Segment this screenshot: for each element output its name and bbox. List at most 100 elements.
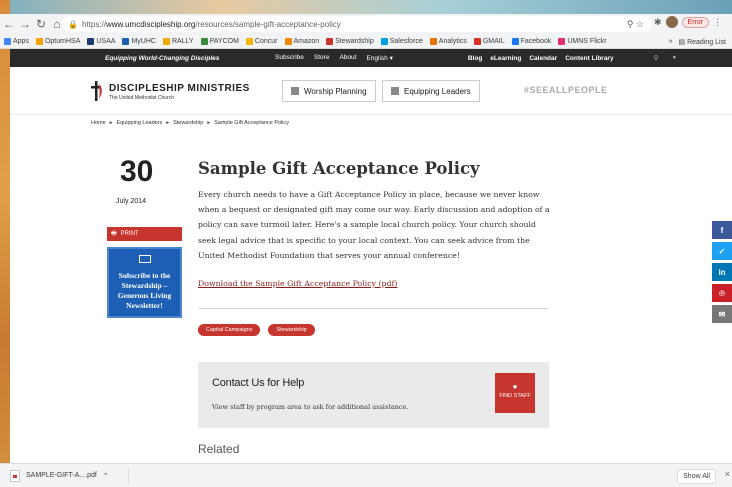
bookmark-item[interactable]: PAYCOM [200, 37, 239, 45]
bookmark-label: Apps [13, 37, 29, 45]
tag-capital-campaigns[interactable]: Capital Campaigns [198, 324, 261, 336]
bookmark-favicon-icon [162, 37, 170, 45]
facebook-icon: f [720, 225, 724, 235]
bookmark-label: RALLY [171, 37, 194, 45]
browser-right-tools: ✱ Error ⋮ [654, 16, 722, 28]
url-actions: ⚲ ☆ [627, 19, 644, 30]
logo-title[interactable]: DISCIPLESHIP MINISTRIES [109, 83, 250, 94]
divider [198, 308, 548, 309]
bookmark-item[interactable]: Stewardship [326, 37, 374, 45]
breadcrumb-separator-icon: ▸ [109, 120, 113, 126]
show-all-button[interactable]: Show All [677, 469, 716, 484]
topnav-store[interactable]: Store [314, 54, 330, 62]
tag-list: Capital Campaigns Stewardship [198, 324, 315, 336]
bookmark-favicon-icon [35, 37, 43, 45]
bookmark-label: MyUHC [131, 37, 156, 45]
menu-dots-icon[interactable]: ⋮ [713, 17, 722, 28]
bookmark-item[interactable]: Amazon [284, 37, 319, 45]
extensions-icon[interactable]: ✱ [654, 17, 662, 28]
error-badge[interactable]: Error [681, 16, 710, 28]
bookmarks-right: » ▤ Reading List [669, 38, 726, 46]
bookmark-item[interactable]: Concur [245, 37, 278, 45]
download-pdf-link[interactable]: Download the Sample Gift Acceptance Poli… [198, 279, 397, 288]
bookmarks-bar: Apps OptumHSA USAA MyUHC RALLY PAYCOM Concur Am… [0, 34, 732, 49]
share-facebook-button[interactable]: f [712, 221, 732, 239]
back-icon[interactable]: ← [2, 17, 16, 31]
account-icon[interactable]: ● [672, 54, 676, 62]
tag-stewardship[interactable]: Stewardship [268, 324, 315, 336]
equipping-leaders-icon [391, 87, 399, 95]
top-icons: ⚲ ● [654, 54, 677, 62]
topnav-about[interactable]: About [339, 54, 356, 62]
bookmark-label: Salesforce [389, 37, 423, 45]
topnav-calendar[interactable]: Calendar [529, 55, 557, 62]
desktop-background-top [0, 0, 732, 14]
logo-subtitle: The United Methodist Church [109, 95, 175, 101]
equipping-leaders-button[interactable]: Equipping Leaders [382, 80, 480, 102]
address-bar[interactable]: 🔒 https://www.umcdiscipleship.org/resour… [62, 16, 652, 32]
profile-avatar[interactable] [665, 16, 678, 28]
bookmark-favicon-icon [284, 37, 292, 45]
url-host: www.umcdiscipleship.org [105, 19, 196, 29]
find-staff-button[interactable]: ● FIND STAFF [495, 373, 535, 413]
topnav-language[interactable]: English ▾ [366, 54, 392, 62]
bookmark-item[interactable]: MyUHC [122, 37, 156, 45]
bookmarks-overflow[interactable]: » [669, 38, 673, 46]
breadcrumb-stewardship[interactable]: Stewardship [173, 120, 203, 126]
cross-flame-logo-icon[interactable] [90, 81, 104, 101]
topnav-content-library[interactable]: Content Library [565, 55, 613, 62]
topnav-subscribe[interactable]: Subscribe [275, 54, 304, 62]
bookmark-item[interactable]: Analytics [429, 37, 467, 45]
close-icon[interactable]: × [725, 469, 730, 479]
worship-planning-button[interactable]: Worship Planning [282, 80, 376, 102]
date-day: 30 [120, 155, 154, 188]
bookmark-favicon-icon [473, 37, 481, 45]
share-email-button[interactable]: ✉ [712, 305, 732, 323]
breadcrumb-separator-icon: ▸ [207, 120, 211, 126]
bookmark-favicon-icon [558, 37, 566, 45]
bookmark-favicon-icon [429, 37, 437, 45]
download-item[interactable]: SAMPLE-GIFT-A....pdf ⌃ [10, 469, 109, 482]
bookmark-item[interactable]: UMNS Flickr [558, 37, 607, 45]
breadcrumb: Home ▸ Equipping Leaders ▸ Stewardship ▸ Sa… [91, 120, 289, 126]
reload-icon[interactable]: ↻ [34, 17, 48, 31]
find-staff-label: FIND STAFF [499, 393, 531, 399]
topnav-blog[interactable]: Blog [468, 55, 482, 62]
search-icon[interactable]: ⚲ [654, 54, 659, 62]
share-linkedin-button[interactable]: in [712, 263, 732, 281]
bookmark-item[interactable]: Facebook [511, 37, 551, 45]
bookmark-item[interactable]: Apps [4, 37, 29, 45]
bookmark-item[interactable]: GMAIL [473, 37, 505, 45]
page-title: Sample Gift Acceptance Policy [198, 159, 480, 178]
site-top-bar: Equipping World-Changing Disciples Subsc… [10, 49, 732, 67]
bookmark-label: OptumHSA [44, 37, 81, 45]
bookmark-label: Stewardship [335, 37, 374, 45]
bookmark-item[interactable]: OptumHSA [35, 37, 81, 45]
reading-list[interactable]: ▤ Reading List [679, 38, 727, 46]
contact-text: View staff by program area to ask for ad… [212, 403, 409, 411]
newsletter-subscribe-box[interactable]: Subscribe to the Stewardship – Generous … [107, 247, 182, 318]
bookmark-item[interactable]: Salesforce [380, 37, 423, 45]
bookmark-item[interactable]: USAA [87, 37, 115, 45]
url-prefix: https:// [81, 19, 106, 29]
breadcrumb-equipping-leaders[interactable]: Equipping Leaders [116, 120, 162, 126]
pinterest-icon: ℗ [719, 288, 725, 298]
topnav-elearning[interactable]: eLearning [490, 55, 521, 62]
share-twitter-button[interactable]: ✓ [712, 242, 732, 260]
linkedin-icon: in [718, 267, 726, 277]
print-button[interactable]: 🖶 PRINT [107, 227, 182, 241]
share-pinterest-button[interactable]: ℗ [712, 284, 732, 302]
site-tagline: Equipping World-Changing Disciples [105, 54, 220, 62]
bookmark-favicon-icon [122, 37, 130, 45]
see-all-people-logo[interactable]: #SEEALLPEOPLE [524, 85, 608, 95]
chevron-up-icon[interactable]: ⌃ [103, 472, 109, 480]
twitter-icon: ✓ [718, 246, 726, 256]
bookmark-favicon-icon [326, 37, 334, 45]
bookmark-item[interactable]: RALLY [162, 37, 194, 45]
bookmark-star-icon[interactable]: ☆ [636, 19, 644, 29]
zoom-icon[interactable]: ⚲ [627, 19, 634, 29]
breadcrumb-home[interactable]: Home [91, 120, 106, 126]
forward-icon[interactable]: → [18, 17, 32, 31]
email-icon: ✉ [718, 309, 726, 319]
breadcrumb-current: Sample Gift Acceptance Policy [214, 120, 290, 126]
